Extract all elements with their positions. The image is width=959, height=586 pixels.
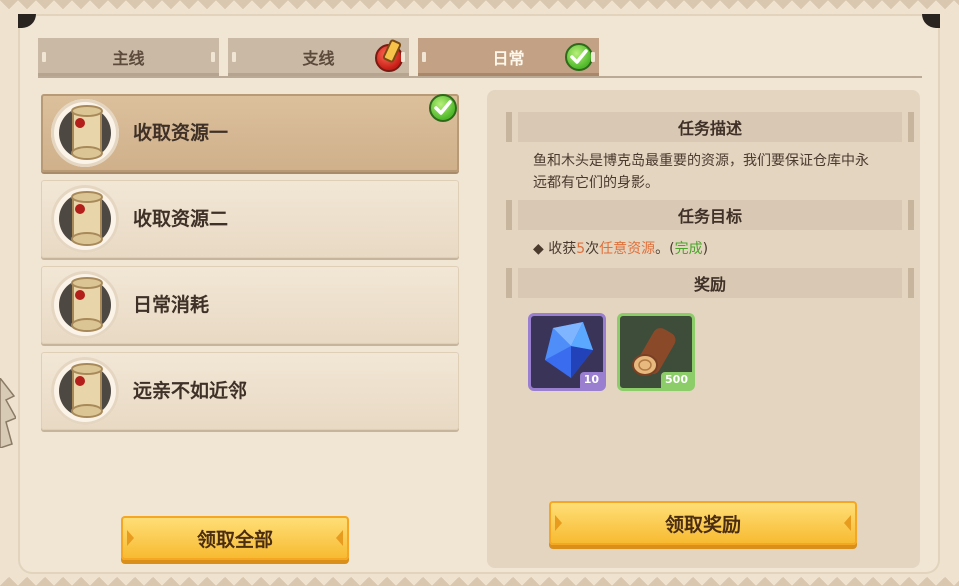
goal-punct: 。( [655, 241, 675, 257]
reward-count: 10 [579, 372, 603, 388]
quest-goal: ◆ 收获5次任意资源。(完成) [533, 238, 708, 258]
tab-daily-label: 日常 [492, 49, 525, 68]
quest-label: 收取资源二 [133, 208, 229, 230]
goal-prefix: 收获 [548, 241, 577, 257]
tab-underline [38, 76, 922, 78]
quest-item-3[interactable]: 日常消耗 [41, 266, 459, 344]
quest-label: 日常消耗 [133, 294, 210, 316]
claim-all-label: 领取全部 [196, 528, 273, 551]
quest-item-4[interactable]: 远亲不如近邻 [41, 352, 459, 430]
tab-side-label: 支线 [302, 49, 335, 68]
quest-label: 远亲不如近邻 [133, 380, 248, 402]
goal-bullet: ◆ [533, 241, 544, 257]
claim-reward-label: 领取奖励 [664, 513, 741, 536]
claim-reward-button[interactable]: 领取奖励 [549, 501, 857, 545]
goal-status: 完成 [674, 241, 703, 257]
quest-icon-frame [51, 357, 119, 425]
quest-label: 收取资源一 [133, 122, 229, 144]
quest-icon-frame [51, 271, 119, 339]
quest-icon-frame [51, 99, 119, 167]
tab-side[interactable]: 支线 [228, 38, 409, 76]
goal-unit: 次 [585, 241, 600, 257]
reward-count: 500 [661, 372, 692, 388]
goal-target: 任意资源 [599, 241, 656, 257]
check-icon [565, 43, 593, 71]
reward-item-wood[interactable]: 500 [617, 313, 695, 391]
window-corner-right [922, 14, 940, 28]
goal-title: 任务目标 [677, 207, 742, 226]
quest-item-1[interactable]: 收取资源一 [41, 94, 459, 172]
scroll-icon [71, 191, 103, 246]
tab-main-label: 主线 [112, 49, 145, 68]
side-decoration-icon [0, 378, 16, 448]
reward-title: 奖励 [693, 275, 726, 294]
quest-item-2[interactable]: 收取资源二 [41, 180, 459, 258]
goal-close: ) [702, 241, 709, 257]
scroll-icon [71, 105, 103, 160]
alert-icon [375, 38, 403, 72]
goal-count: 5 [576, 241, 586, 257]
quest-description: 鱼和木头是博克岛最重要的资源，我们要保证仓库中永远都有它们的身影。 [533, 153, 869, 191]
goal-section-header: 任务目标 [506, 200, 914, 230]
window-corner-left [18, 14, 36, 28]
reward-item-gem[interactable]: 10 [528, 313, 606, 391]
reward-section-header: 奖励 [506, 268, 914, 298]
claim-all-button[interactable]: 领取全部 [121, 516, 349, 560]
quest-complete-check-icon [429, 94, 457, 122]
scroll-icon [71, 277, 103, 332]
quest-icon-frame [51, 185, 119, 253]
tab-main[interactable]: 主线 [38, 38, 219, 76]
desc-title: 任务描述 [677, 119, 742, 138]
tab-daily[interactable]: 日常 [418, 38, 599, 76]
scroll-icon [71, 363, 103, 418]
desc-section-header: 任务描述 [506, 112, 914, 142]
